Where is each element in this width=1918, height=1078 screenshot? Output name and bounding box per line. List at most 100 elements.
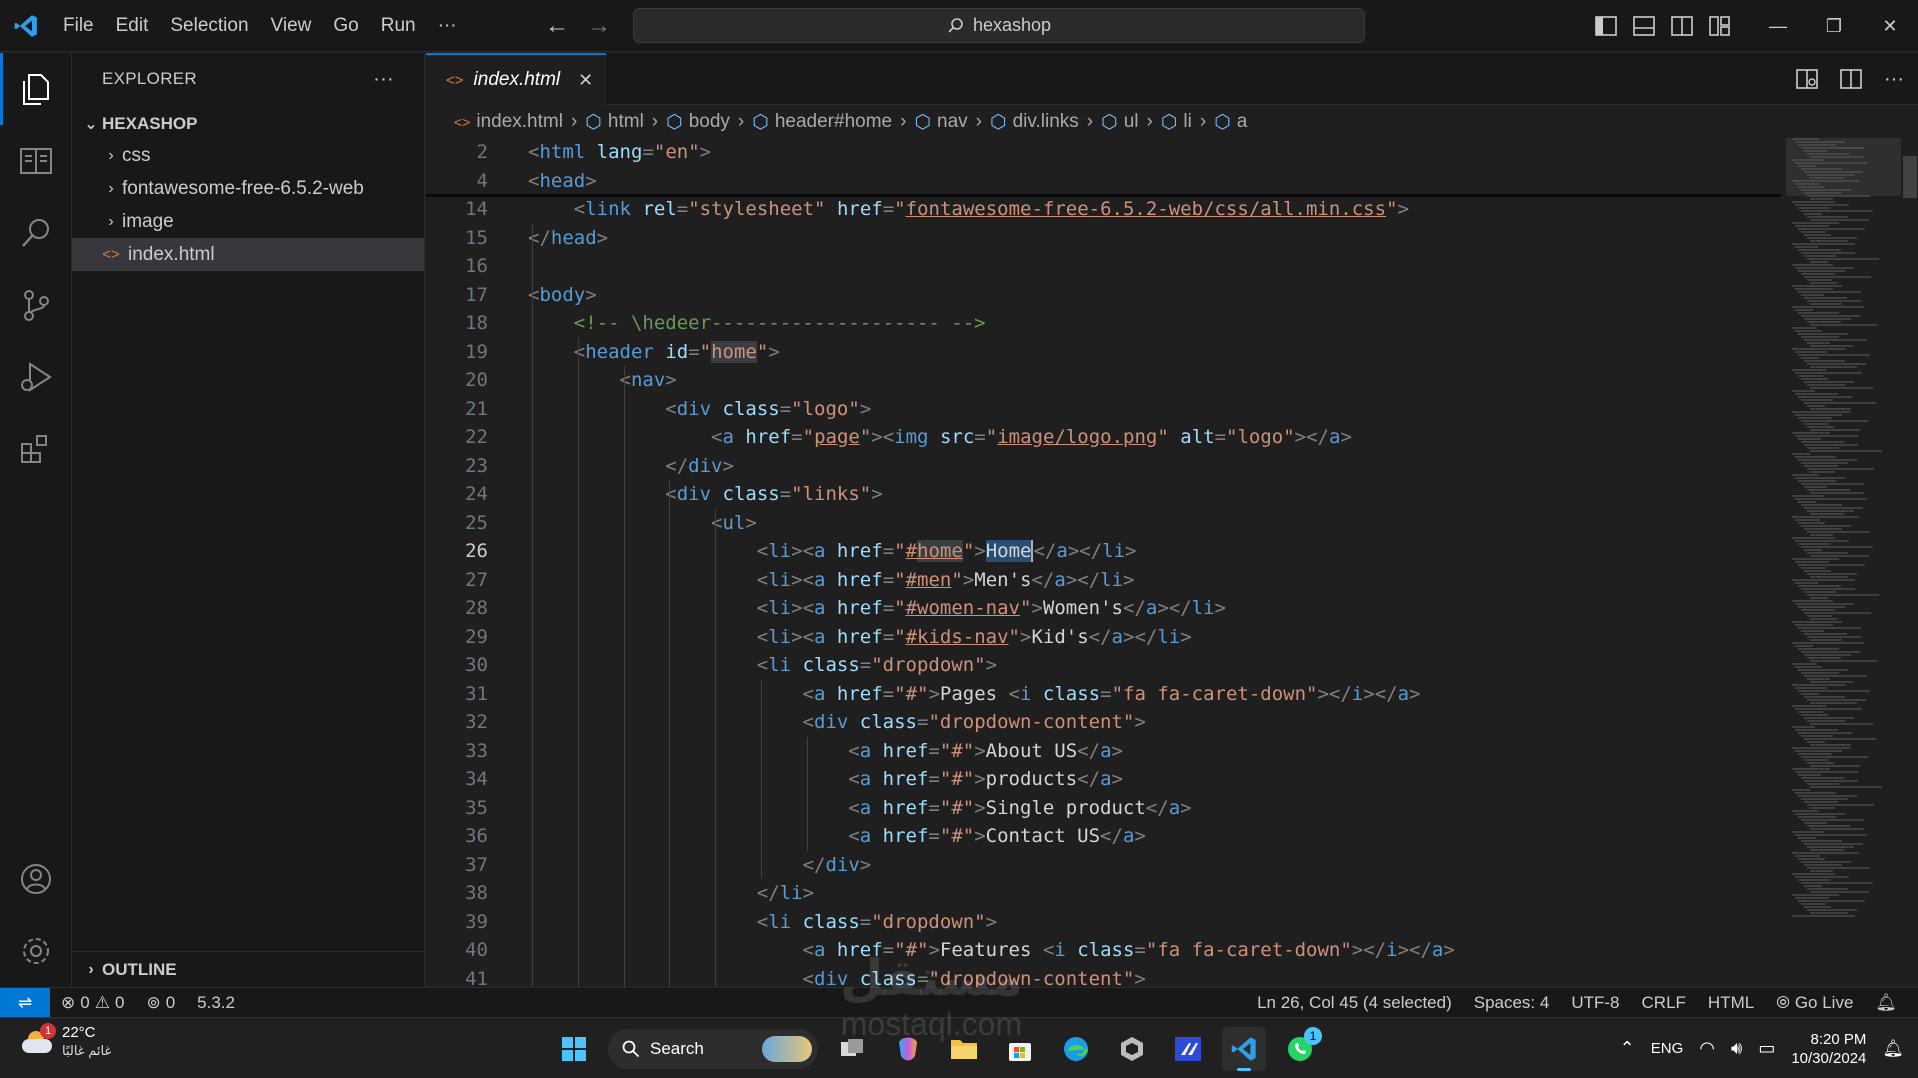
problems-indicator[interactable]: ⊗ 0 ⚠ 0	[50, 993, 135, 1013]
code-line[interactable]: 37 </div>	[426, 851, 1776, 879]
split-editor-icon[interactable]	[1840, 69, 1862, 89]
breadcrumb-item[interactable]: ⬡ a	[1214, 111, 1247, 134]
code-line[interactable]: 16	[426, 252, 1776, 280]
wifi-icon[interactable]: ◠	[1699, 1038, 1715, 1059]
open-preview-icon[interactable]	[1796, 69, 1818, 89]
explorer-more-actions-icon[interactable]: ···	[373, 68, 394, 91]
source-control-icon[interactable]	[0, 269, 72, 341]
more-actions-icon[interactable]: ···	[1884, 68, 1904, 91]
remote-indicator-icon[interactable]: ⇌	[0, 987, 50, 1018]
breadcrumb-item[interactable]: ⬡ div.links	[990, 111, 1079, 134]
close-window-icon[interactable]: ✕	[1862, 0, 1918, 52]
code-line[interactable]: 31 <a href="#">Pages <i class="fa fa-car…	[426, 680, 1776, 708]
code-line[interactable]: 24 <div class="links">	[426, 480, 1776, 508]
customize-layout-icon[interactable]	[1709, 16, 1731, 36]
code-line[interactable]: 38 </li>	[426, 879, 1776, 907]
chevron-up-icon[interactable]: ⌃	[1620, 1038, 1635, 1059]
github-desktop-icon[interactable]	[1110, 1027, 1154, 1071]
code-line[interactable]: 29 <li><a href="#kids-nav">Kid's</a></li…	[426, 623, 1776, 651]
settings-gear-icon[interactable]	[0, 915, 72, 987]
notifications-bell-icon[interactable]: 🔔︎	[1864, 993, 1908, 1013]
tree-folder-image[interactable]: › image	[72, 205, 424, 238]
outline-section[interactable]: › OUTLINE	[72, 951, 424, 987]
toggle-panel-icon[interactable]	[1633, 16, 1655, 36]
battery-icon[interactable]: ▭	[1758, 1038, 1775, 1059]
code-line[interactable]: 33 <a href="#">About US</a>	[426, 737, 1776, 765]
copilot-icon[interactable]	[886, 1027, 930, 1071]
workspace-root[interactable]: ⌄ HEXASHOP	[72, 109, 424, 139]
cursor-position[interactable]: Ln 26, Col 45 (4 selected)	[1246, 993, 1463, 1013]
toggle-sidebar-icon[interactable]	[1595, 16, 1617, 36]
indentation[interactable]: Spaces: 4	[1463, 993, 1561, 1013]
taskbar-search[interactable]: Search	[608, 1029, 818, 1069]
code-line[interactable]: 39 <li class="dropdown">	[426, 908, 1776, 936]
task-view-icon[interactable]	[830, 1027, 874, 1071]
code-line[interactable]: 4 <head>	[426, 166, 1776, 195]
code-line[interactable]: 26 <li><a href="#home">Home </a></li>	[426, 537, 1776, 565]
code-line[interactable]: 19 <header id="home">	[426, 338, 1776, 366]
run-debug-icon[interactable]	[0, 341, 72, 413]
menu-go[interactable]: Go	[322, 0, 369, 52]
tree-folder-css[interactable]: › css	[72, 139, 424, 172]
code-line[interactable]: 17 <body>	[426, 281, 1776, 309]
reader-icon[interactable]	[0, 125, 72, 197]
breadcrumb-item[interactable]: ⬡ body	[666, 111, 730, 134]
weather-widget[interactable]: 1 22°C غائم غالبًا	[20, 1023, 111, 1060]
code-line[interactable]: 32 <div class="dropdown-content">	[426, 708, 1776, 736]
code-line[interactable]: 35 <a href="#">Single product</a>	[426, 794, 1776, 822]
volume-icon[interactable]: 🔊︎	[1731, 1038, 1742, 1059]
code-line[interactable]: 15 </head>	[426, 224, 1776, 252]
edge-browser-icon[interactable]	[1054, 1027, 1098, 1071]
ports-indicator[interactable]: ⊚ 0	[135, 993, 186, 1013]
code-line[interactable]: 20 <nav>	[426, 366, 1776, 394]
go-live-button[interactable]: ⦾ Go Live	[1765, 993, 1864, 1013]
code-line[interactable]: 34 <a href="#">products</a>	[426, 765, 1776, 793]
version-indicator[interactable]: 5.3.2	[186, 993, 246, 1013]
back-arrow-icon[interactable]: ←	[545, 12, 569, 40]
code-line[interactable]: 18 <!-- \hedeer-------------------- -->	[426, 309, 1776, 337]
clock[interactable]: 8:20 PM 10/30/2024	[1791, 1030, 1866, 1068]
notification-bell-icon[interactable]: 🔔︎	[1882, 1039, 1904, 1059]
microsoft-store-icon[interactable]	[998, 1027, 1042, 1071]
scrollbar-thumb[interactable]	[1903, 156, 1917, 198]
accounts-icon[interactable]	[0, 843, 72, 915]
windows-start-icon[interactable]	[552, 1027, 596, 1071]
code-line[interactable]: 2 <html lang="en">	[426, 138, 1776, 166]
vertical-scrollbar[interactable]	[1900, 138, 1918, 987]
toggle-secondary-sidebar-icon[interactable]	[1671, 16, 1693, 36]
whatsapp-icon[interactable]: 1	[1278, 1027, 1322, 1071]
code-line[interactable]: 36 <a href="#">Contact US</a>	[426, 822, 1776, 850]
explorer-icon[interactable]	[0, 53, 72, 125]
menu-more[interactable]: ···	[427, 0, 468, 52]
minimap[interactable]	[1786, 138, 1901, 987]
breadcrumb-item[interactable]: ⬡ nav	[914, 111, 967, 134]
menu-file[interactable]: File	[52, 0, 105, 52]
code-line[interactable]: 21 <div class="logo">	[426, 395, 1776, 423]
menu-selection[interactable]: Selection	[159, 0, 259, 52]
vscode-taskbar-icon[interactable]	[1222, 1027, 1266, 1071]
visual-studio-app-icon[interactable]	[1166, 1027, 1210, 1071]
code-line[interactable]: 40 <a href="#">Features <i class="fa fa-…	[426, 936, 1776, 964]
file-explorer-icon[interactable]	[942, 1027, 986, 1071]
code-line[interactable]: 30 <li class="dropdown">	[426, 651, 1776, 679]
extensions-icon[interactable]	[0, 413, 72, 485]
tab-index-html[interactable]: <> index.html ✕	[426, 53, 606, 105]
breadcrumb-item[interactable]: ⬡ html	[585, 111, 644, 134]
tree-folder-fontawesome[interactable]: › fontawesome-free-6.5.2-web	[72, 172, 424, 205]
language-mode[interactable]: HTML	[1697, 993, 1765, 1013]
encoding[interactable]: UTF-8	[1560, 993, 1630, 1013]
breadcrumb-item[interactable]: ⬡ header#home	[752, 111, 892, 134]
restore-icon[interactable]: ❐	[1806, 0, 1862, 52]
language-indicator[interactable]: ENG	[1651, 1040, 1684, 1057]
code-line[interactable]: 25 <ul>	[426, 509, 1776, 537]
menu-view[interactable]: View	[260, 0, 323, 52]
minimize-icon[interactable]: —	[1750, 0, 1806, 52]
tree-file-index-html[interactable]: <> index.html	[72, 238, 424, 271]
end-of-line[interactable]: CRLF	[1631, 993, 1697, 1013]
menu-edit[interactable]: Edit	[105, 0, 160, 52]
code-line[interactable]: 41 <div class="dropdown-content">	[426, 965, 1776, 988]
close-tab-icon[interactable]: ✕	[578, 70, 593, 91]
search-sidebar-icon[interactable]	[0, 197, 72, 269]
menu-run[interactable]: Run	[370, 0, 427, 52]
breadcrumb-item[interactable]: ⬡ li	[1161, 111, 1192, 134]
